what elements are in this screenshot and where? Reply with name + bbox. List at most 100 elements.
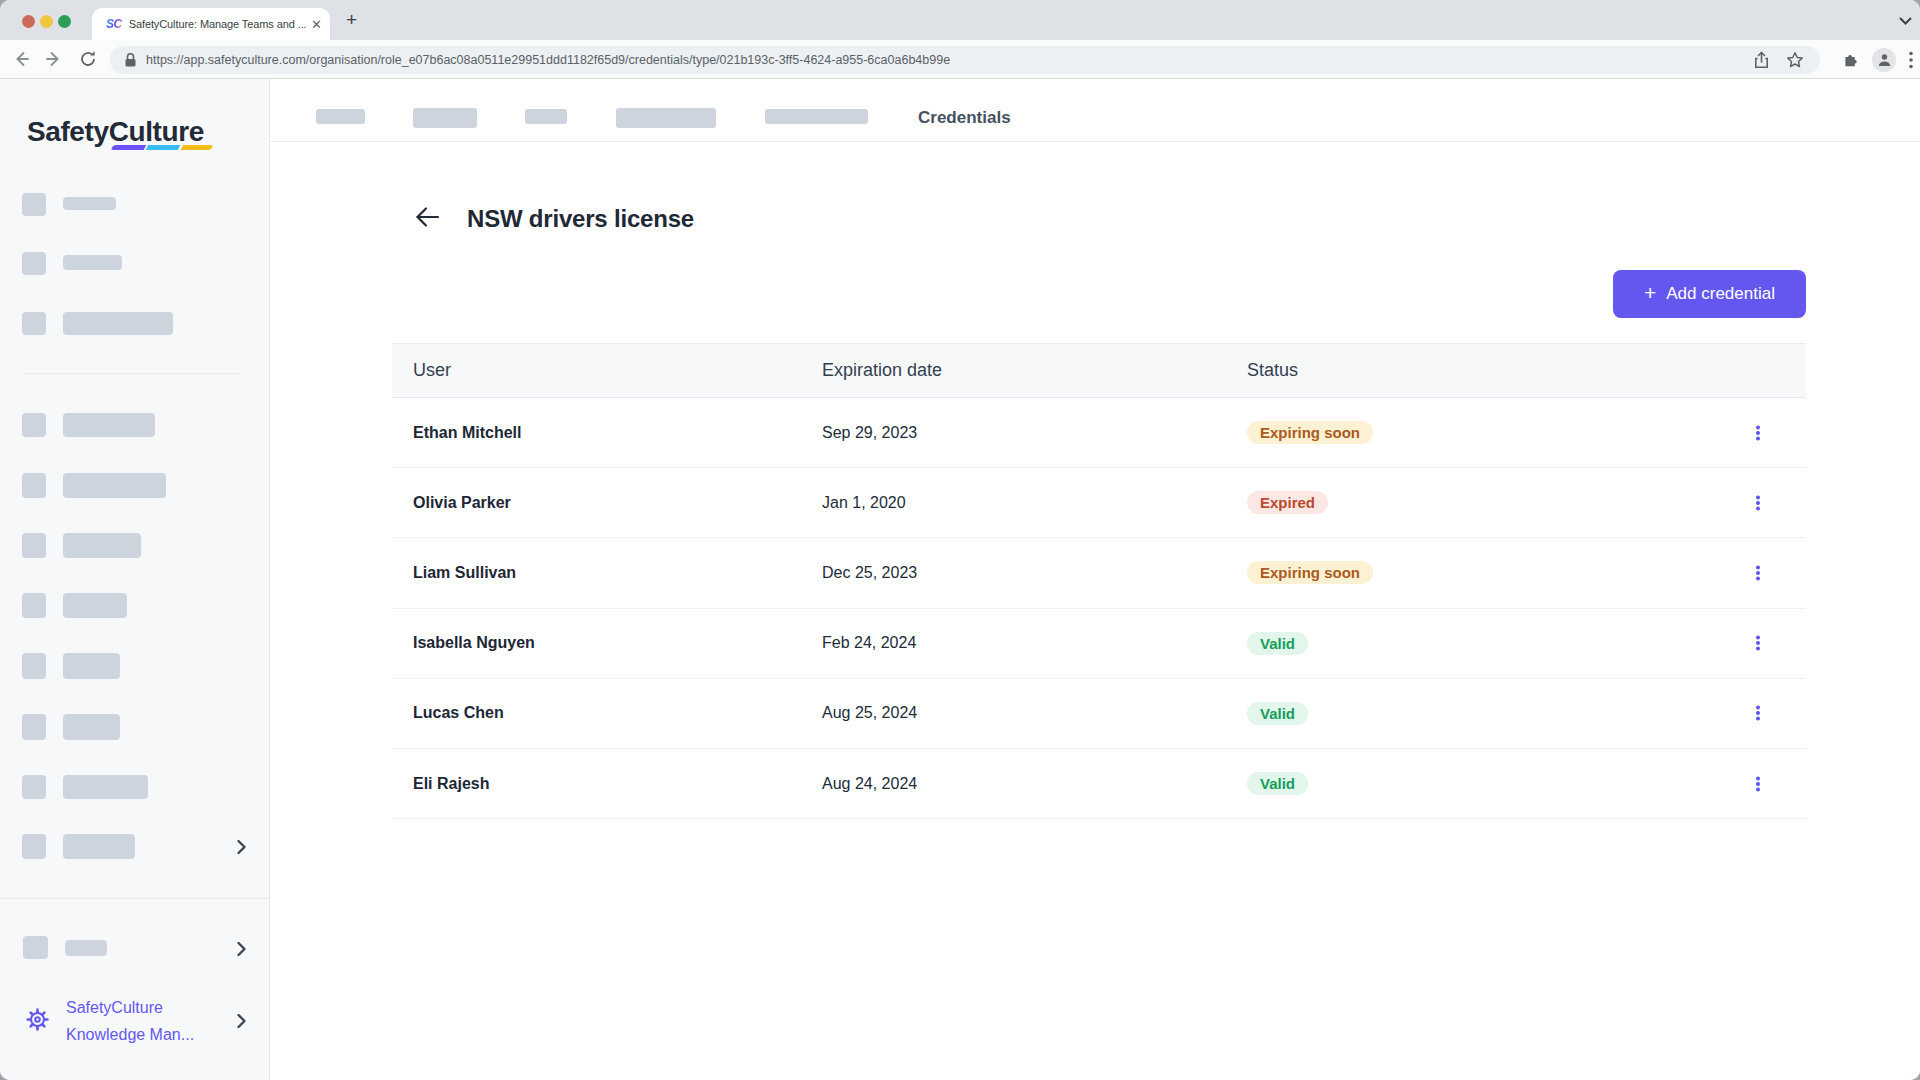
sidebar-skeleton-icon bbox=[22, 653, 46, 679]
share-icon[interactable] bbox=[1754, 51, 1769, 69]
safetyculture-favicon: SC bbox=[106, 17, 122, 31]
sidebar-skeleton-bar bbox=[63, 714, 120, 740]
url-text: https://app.safetyculture.com/organisati… bbox=[146, 53, 1754, 67]
status-badge: Expiring soon bbox=[1247, 561, 1373, 584]
sidebar-skeleton-icon bbox=[22, 775, 46, 799]
browser-toolbar: https://app.safetyculture.com/organisati… bbox=[0, 40, 1920, 79]
browser-menu-icon[interactable] bbox=[1909, 51, 1913, 69]
nav-skeleton bbox=[413, 108, 477, 128]
table-row[interactable]: Olivia Parker Jan 1, 2020 Expired bbox=[392, 468, 1806, 538]
page-title: NSW drivers license bbox=[467, 205, 694, 233]
chevron-right-icon[interactable] bbox=[236, 839, 247, 855]
tab-close-icon[interactable]: ✕ bbox=[311, 17, 322, 32]
sidebar-skeleton-bar bbox=[63, 653, 120, 679]
status-badge: Valid bbox=[1247, 772, 1308, 795]
reload-icon[interactable] bbox=[79, 50, 97, 68]
bookmark-star-icon[interactable] bbox=[1786, 51, 1804, 69]
knowledge-base-link[interactable]: SafetyCulture Knowledge Man... bbox=[66, 994, 194, 1048]
sidebar-skeleton-bar bbox=[63, 593, 127, 618]
sidebar-skeleton-icon bbox=[22, 593, 46, 618]
status-badge: Expiring soon bbox=[1247, 421, 1373, 444]
sidebar: SafetyCulture bbox=[0, 79, 270, 1080]
column-header-status: Status bbox=[1247, 360, 1710, 381]
sidebar-skeleton-bar bbox=[63, 197, 116, 210]
sidebar-skeleton-bar bbox=[63, 413, 155, 437]
sidebar-divider bbox=[23, 373, 240, 374]
row-menu-button[interactable] bbox=[1710, 431, 1806, 435]
sidebar-skeleton-icon bbox=[22, 252, 46, 275]
table-row[interactable]: Lucas Chen Aug 25, 2024 Valid bbox=[392, 679, 1806, 749]
user-name: Lucas Chen bbox=[392, 704, 822, 722]
column-header-expiration: Expiration date bbox=[822, 360, 1247, 381]
nav-skeleton bbox=[765, 109, 868, 124]
row-menu-button[interactable] bbox=[1710, 641, 1806, 645]
profile-avatar[interactable] bbox=[1872, 48, 1896, 72]
user-name: Isabella Nguyen bbox=[392, 634, 822, 652]
nav-skeleton bbox=[616, 108, 716, 128]
row-menu-button[interactable] bbox=[1710, 501, 1806, 505]
safetyculture-logo: SafetyCulture bbox=[27, 116, 204, 148]
expiration-date: Sep 29, 2023 bbox=[822, 424, 1247, 442]
user-name: Olivia Parker bbox=[392, 494, 822, 512]
chevron-right-icon[interactable] bbox=[236, 1013, 247, 1029]
sidebar-skeleton-icon bbox=[22, 533, 46, 558]
table-row[interactable]: Isabella Nguyen Feb 24, 2024 Valid bbox=[392, 609, 1806, 679]
expiration-date: Aug 24, 2024 bbox=[822, 775, 1247, 793]
chevron-down-icon[interactable] bbox=[1899, 17, 1912, 26]
plus-icon: + bbox=[1644, 283, 1656, 303]
close-window-button[interactable] bbox=[22, 15, 35, 28]
table-header: User Expiration date Status bbox=[392, 343, 1806, 398]
sidebar-skeleton-bar bbox=[63, 255, 122, 270]
browser-window: SC SafetyCulture: Manage Teams and ... ✕… bbox=[0, 0, 1920, 1080]
kebab-icon bbox=[1756, 501, 1760, 505]
address-bar[interactable]: https://app.safetyculture.com/organisati… bbox=[110, 46, 1820, 74]
status-badge: Expired bbox=[1247, 491, 1328, 514]
user-name: Ethan Mitchell bbox=[392, 424, 822, 442]
table-row[interactable]: Eli Rajesh Aug 24, 2024 Valid bbox=[392, 749, 1806, 819]
sidebar-skeleton-icon bbox=[22, 193, 46, 216]
chevron-right-icon[interactable] bbox=[236, 941, 247, 957]
expiration-date: Jan 1, 2020 bbox=[822, 494, 1247, 512]
table-row[interactable]: Ethan Mitchell Sep 29, 2023 Expiring soo… bbox=[392, 398, 1806, 468]
sidebar-skeleton-bar bbox=[65, 940, 107, 956]
browser-tab[interactable]: SC SafetyCulture: Manage Teams and ... ✕ bbox=[92, 8, 330, 40]
expiration-date: Dec 25, 2023 bbox=[822, 564, 1247, 582]
sidebar-skeleton-icon bbox=[22, 312, 46, 335]
column-header-user: User bbox=[392, 360, 822, 381]
forward-icon[interactable] bbox=[45, 50, 63, 68]
nav-skeleton bbox=[525, 109, 567, 124]
sidebar-skeleton-bar bbox=[63, 834, 135, 859]
new-tab-button[interactable]: + bbox=[346, 13, 357, 27]
back-arrow-icon[interactable] bbox=[415, 206, 440, 228]
user-name: Liam Sullivan bbox=[392, 564, 822, 582]
credentials-table: User Expiration date Status Ethan Mitche… bbox=[392, 343, 1806, 819]
main-content: Credentials NSW drivers license + Add cr… bbox=[270, 79, 1920, 1080]
user-name: Eli Rajesh bbox=[392, 775, 822, 793]
sidebar-skeleton-icon bbox=[23, 936, 48, 959]
table-row[interactable]: Liam Sullivan Dec 25, 2023 Expiring soon bbox=[392, 538, 1806, 608]
kebab-icon bbox=[1756, 782, 1760, 786]
tab-bar: SC SafetyCulture: Manage Teams and ... ✕… bbox=[0, 0, 1920, 40]
tab-credentials[interactable]: Credentials bbox=[918, 108, 1011, 128]
minimize-window-button[interactable] bbox=[40, 15, 53, 28]
gear-icon[interactable] bbox=[25, 1007, 50, 1032]
top-nav: Credentials bbox=[270, 79, 1920, 142]
row-menu-button[interactable] bbox=[1710, 782, 1806, 786]
status-badge: Valid bbox=[1247, 702, 1308, 725]
kebab-icon bbox=[1756, 571, 1760, 575]
add-credential-button[interactable]: + Add credential bbox=[1613, 270, 1806, 318]
sidebar-skeleton-bar bbox=[63, 473, 166, 498]
expiration-date: Aug 25, 2024 bbox=[822, 704, 1247, 722]
kebab-icon bbox=[1756, 641, 1760, 645]
row-menu-button[interactable] bbox=[1710, 571, 1806, 575]
sidebar-skeleton-bar bbox=[63, 312, 173, 335]
tab-title: SafetyCulture: Manage Teams and ... bbox=[129, 18, 306, 30]
status-badge: Valid bbox=[1247, 632, 1308, 655]
maximize-window-button[interactable] bbox=[58, 15, 71, 28]
sidebar-skeleton-icon bbox=[22, 413, 46, 437]
lock-icon bbox=[124, 52, 137, 68]
sidebar-skeleton-icon bbox=[22, 714, 46, 740]
back-icon[interactable] bbox=[12, 50, 30, 68]
row-menu-button[interactable] bbox=[1710, 711, 1806, 715]
extensions-puzzle-icon[interactable] bbox=[1842, 51, 1859, 68]
